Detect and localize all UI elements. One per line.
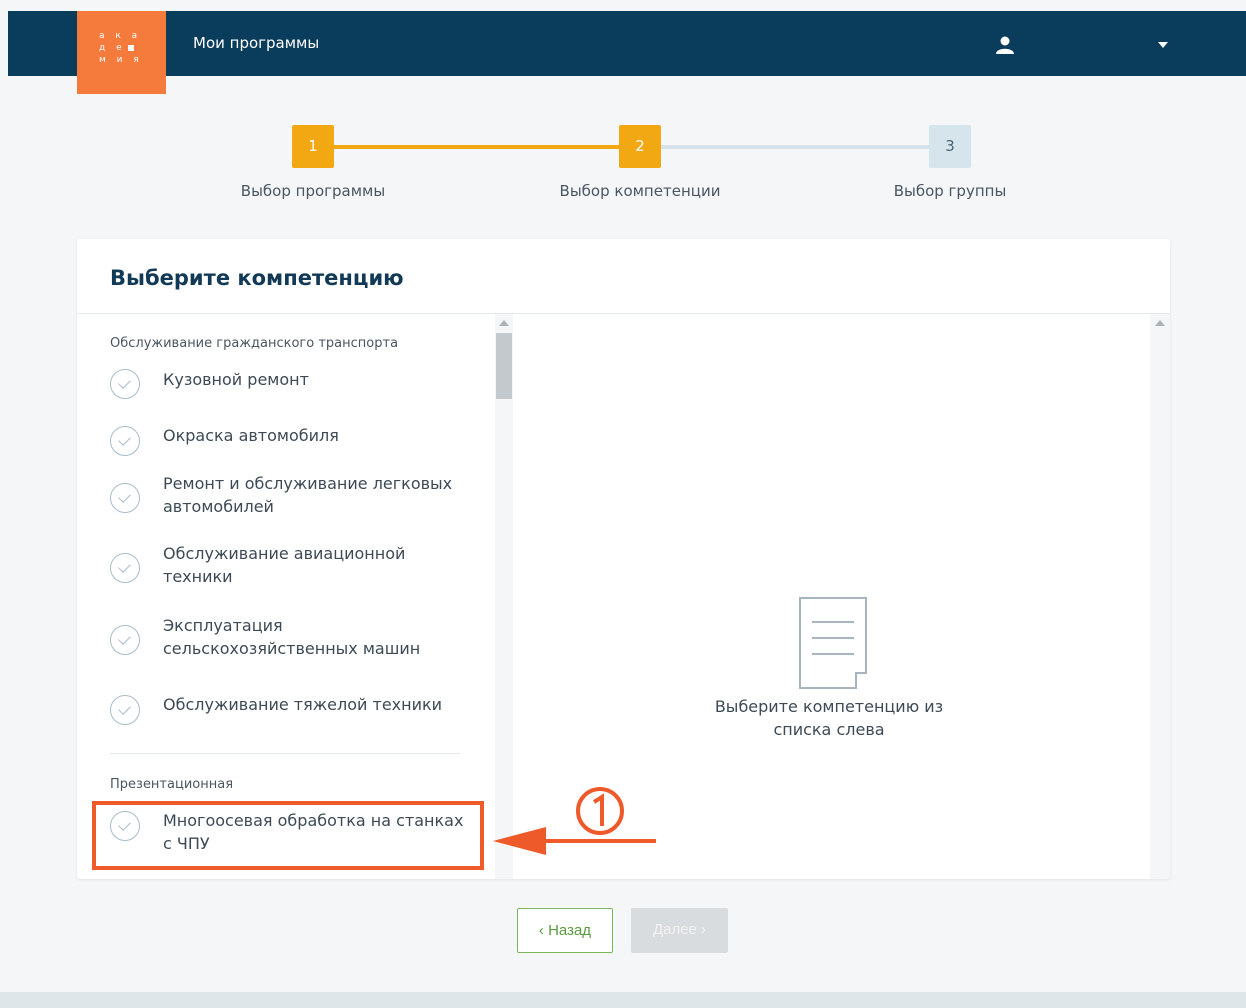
annotation-arrow: ① — [490, 786, 656, 855]
user-icon[interactable] — [995, 36, 1015, 54]
logo-line-1: а к а — [99, 31, 142, 41]
next-button[interactable]: Далее › — [631, 908, 728, 953]
competency-card: Выберите компетенцию Обслуживание гражда… — [77, 239, 1170, 879]
category-separator — [110, 753, 460, 754]
progress-stepper: 1 2 3 Выбор программы Выбор компетенции … — [0, 125, 1246, 205]
document-icon — [799, 597, 867, 689]
logo[interactable]: а к а д е м и я — [77, 11, 166, 94]
step-connector-pending — [661, 145, 929, 149]
check-circle-icon — [110, 625, 140, 655]
scroll-up-arrow-icon[interactable] — [499, 320, 509, 326]
scroll-up-arrow-icon[interactable] — [1155, 320, 1165, 326]
step-1-label: Выбор программы — [240, 182, 386, 200]
step-2-label: Выбор компетенции — [559, 182, 721, 200]
competency-label: Обслуживание тяжелой техники — [163, 695, 443, 714]
logo-line-2: д е — [99, 42, 166, 54]
check-circle-icon — [110, 695, 140, 725]
step-3-label: Выбор группы — [893, 182, 1007, 200]
competency-label: Ремонт и обслуживание легковых автомобил… — [163, 474, 453, 516]
check-circle-icon — [110, 553, 140, 583]
my-programs-link[interactable]: Мои программы — [193, 34, 319, 52]
step-3-badge: 3 — [929, 125, 971, 168]
category-label: Презентационная — [110, 777, 234, 792]
annotation-marker: ① — [490, 786, 504, 790]
check-circle-icon — [110, 483, 140, 513]
scrollbar-thumb[interactable] — [496, 333, 512, 399]
annotation-highlight-box — [92, 801, 484, 870]
competency-label: Кузовной ремонт — [163, 370, 309, 389]
step-2-badge: 2 — [619, 125, 661, 168]
card-title: Выберите компетенцию — [110, 266, 404, 290]
empty-state-text: Выберите компетенцию из списка слева — [714, 697, 944, 739]
check-circle-icon — [110, 426, 140, 456]
chevron-down-icon[interactable] — [1157, 41, 1169, 49]
competency-label: Эксплуатация сельскохозяйственных машин — [163, 616, 421, 658]
logo-line-3: м и я — [99, 55, 143, 65]
back-button[interactable]: ‹ Назад — [517, 908, 613, 953]
footer — [0, 992, 1246, 1008]
step-1-badge: 1 — [292, 125, 334, 168]
category-label: Обслуживание гражданского транспорта — [110, 336, 399, 351]
competency-label: Окраска автомобиля — [163, 426, 339, 445]
step-connector-done — [334, 145, 620, 149]
details-scrollbar[interactable] — [1150, 314, 1170, 879]
competency-label: Обслуживание авиационной техники — [163, 544, 406, 586]
competency-list[interactable]: Обслуживание гражданского транспорта Куз… — [77, 314, 495, 879]
check-circle-icon — [110, 369, 140, 399]
